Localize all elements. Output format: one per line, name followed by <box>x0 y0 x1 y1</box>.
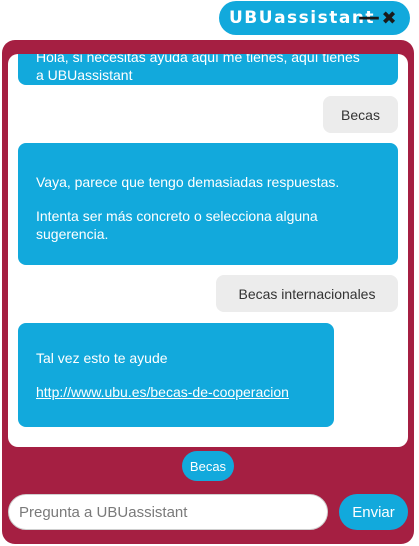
bot-message-text: Intenta ser más concreto o selecciona al… <box>36 208 318 242</box>
bot-message: Vaya, parece que tengo demasiadas respue… <box>18 143 398 265</box>
send-button[interactable]: Enviar <box>339 494 408 530</box>
minimize-icon[interactable]: — <box>358 6 380 30</box>
user-message-text: Becas internacionales <box>238 285 376 302</box>
bot-message: Tal vez esto te ayude http://www.ubu.es/… <box>18 323 334 427</box>
bot-message-text: Vaya, parece que tengo demasiadas respue… <box>36 174 340 190</box>
user-message: Becas <box>323 96 398 133</box>
bot-message-text: Tal vez esto te ayude <box>36 350 168 366</box>
chat-window: Hola, si necesitas ayuda aquí me tienes,… <box>2 40 414 544</box>
question-input[interactable] <box>8 494 328 530</box>
user-message-text: Becas <box>341 106 380 123</box>
chat-header: UBUassistant — ✖ <box>219 1 410 35</box>
message-list[interactable]: Hola, si necesitas ayuda aquí me tienes,… <box>8 54 408 447</box>
header-title: UBUassistant <box>229 8 376 28</box>
close-icon[interactable]: ✖ <box>379 6 399 30</box>
suggestion-chip-becas[interactable]: Becas <box>182 451 234 481</box>
bot-message-text: a UBUassistant <box>36 67 133 83</box>
bot-message: Hola, si necesitas ayuda aquí me tienes,… <box>18 54 398 85</box>
help-link[interactable]: http://www.ubu.es/becas-de-cooperacion <box>36 384 289 400</box>
user-message: Becas internacionales <box>216 275 398 312</box>
bot-message-text: Hola, si necesitas ayuda aquí me tienes,… <box>36 54 360 65</box>
